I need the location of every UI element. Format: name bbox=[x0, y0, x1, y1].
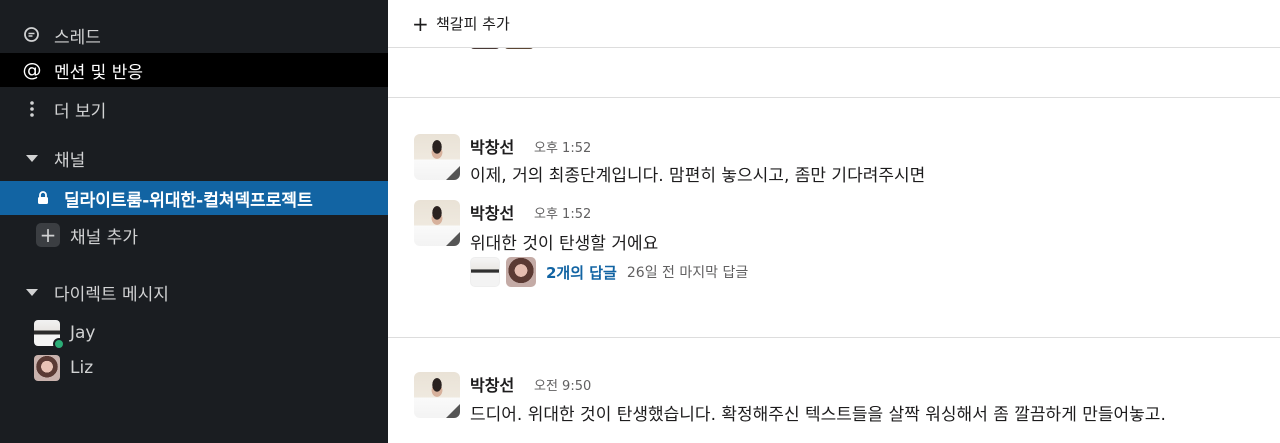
thread-replies[interactable]: 2개의 답글 26일 전 마지막 답글 bbox=[470, 257, 748, 287]
bookmark-bar: + 책갈피 추가 bbox=[388, 0, 1280, 48]
sidebar-item-threads[interactable]: 스레드 bbox=[0, 18, 388, 52]
plus-icon: + bbox=[36, 223, 60, 247]
message[interactable]: 박창선 오후 1:52 위대한 것이 탄생할 거에요 2개의 답글 26일 전 … bbox=[414, 200, 1274, 292]
sidebar-item-dm-liz[interactable]: Liz bbox=[0, 351, 388, 385]
avatar bbox=[506, 257, 536, 287]
more-vertical-icon bbox=[22, 99, 42, 119]
sidebar-item-dm-jay[interactable]: Jay bbox=[0, 316, 388, 350]
caret-down-icon bbox=[22, 148, 42, 168]
threads-icon bbox=[22, 25, 42, 45]
reply-count-link[interactable]: 2개의 답글 bbox=[546, 262, 617, 283]
divider bbox=[388, 337, 1280, 338]
sidebar-item-label: 스레드 bbox=[54, 27, 101, 48]
dm-name: Liz bbox=[70, 358, 94, 378]
message-text: 이제, 거의 최종단계입니다. 맘편히 놓으시고, 좀만 기다려주시면 bbox=[470, 166, 926, 186]
message-text: 위대한 것이 탄생할 거에요 bbox=[470, 234, 659, 254]
online-status-icon bbox=[53, 338, 65, 350]
message-author[interactable]: 박창선 bbox=[470, 134, 514, 158]
message-text: 드디어. 위대한 것이 탄생했습니다. 확정해주신 텍스트들을 살짝 워싱해서 … bbox=[470, 405, 1166, 425]
caret-down-icon bbox=[22, 282, 42, 302]
message-author[interactable]: 박창선 bbox=[470, 200, 514, 224]
channels-section-header[interactable]: 채널 bbox=[0, 141, 388, 175]
plus-icon: + bbox=[412, 11, 429, 36]
dm-name: Jay bbox=[70, 323, 96, 343]
avatar bbox=[34, 355, 60, 381]
avatar bbox=[470, 257, 500, 287]
channel-name: 딜라이트룸-위대한-컬쳐덱프로젝트 bbox=[64, 190, 313, 211]
message[interactable]: 박창선 오후 1:52 이제, 거의 최종단계입니다. 맘편히 놓으시고, 좀만… bbox=[414, 134, 1274, 186]
sidebar-item-label: 채널 추가 bbox=[70, 227, 138, 248]
add-channel-button[interactable]: + 채널 추가 bbox=[0, 218, 388, 252]
message-timestamp[interactable]: 오후 1:52 bbox=[534, 137, 591, 156]
add-bookmark-button[interactable]: 책갈피 추가 bbox=[436, 13, 510, 34]
avatar[interactable] bbox=[414, 134, 460, 180]
message-timestamp[interactable]: 오전 9:50 bbox=[534, 375, 591, 394]
sidebar-item-label: 멘션 및 반응 bbox=[54, 62, 144, 83]
section-title: 채널 bbox=[54, 150, 86, 171]
section-title: 다이렉트 메시지 bbox=[54, 284, 169, 305]
message-timestamp[interactable]: 오후 1:52 bbox=[534, 203, 591, 222]
message-author[interactable]: 박창선 bbox=[470, 372, 514, 396]
last-reply-time: 26일 전 마지막 답글 bbox=[626, 265, 749, 281]
message[interactable]: 박창선 오전 9:50 드디어. 위대한 것이 탄생했습니다. 확정해주신 텍스… bbox=[414, 372, 1274, 425]
sidebar: 스레드 @ 멘션 및 반응 더 보기 채널 딜라이트룸-위대한-컬쳐덱프로젝트 … bbox=[0, 0, 388, 443]
sidebar-item-channel-active[interactable]: 딜라이트룸-위대한-컬쳐덱프로젝트 bbox=[0, 181, 388, 215]
avatar[interactable] bbox=[414, 372, 460, 418]
divider bbox=[388, 97, 1280, 98]
lock-icon bbox=[36, 188, 50, 208]
sidebar-item-mentions[interactable]: @ 멘션 및 반응 bbox=[0, 53, 388, 87]
avatar[interactable] bbox=[414, 200, 460, 246]
at-sign-icon: @ bbox=[22, 59, 42, 81]
sidebar-item-label: 더 보기 bbox=[54, 101, 107, 122]
avatar bbox=[34, 320, 65, 350]
message-pane: + 책갈피 추가 박창선 오후 1:52 이제, 거의 최종단계입니다. 맘편히… bbox=[388, 0, 1280, 443]
dm-section-header[interactable]: 다이렉트 메시지 bbox=[0, 275, 388, 309]
sidebar-item-more[interactable]: 더 보기 bbox=[0, 92, 388, 126]
